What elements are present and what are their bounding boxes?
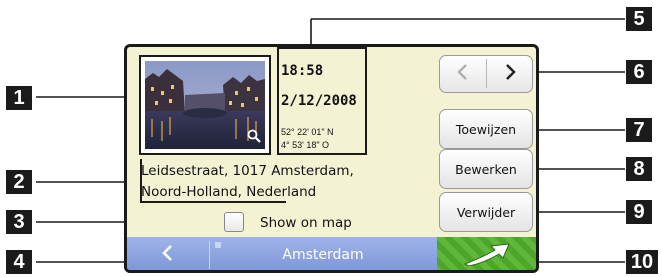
location-title: Amsterdam: [282, 247, 364, 263]
address-line-2: Noord-Holland, Nederland: [141, 184, 317, 200]
latitude-text: 52° 22' 01" N: [281, 127, 334, 137]
show-on-map-label: Show on map: [260, 215, 352, 231]
callout-6: 6: [626, 60, 652, 84]
assign-button[interactable]: Toewijzen: [439, 109, 533, 149]
time-text: 18:58: [281, 63, 324, 79]
callout-7: 7: [626, 118, 652, 142]
callout-4: 4: [6, 250, 32, 274]
location-photo-frame[interactable]: [139, 55, 271, 155]
next-button[interactable]: [487, 56, 533, 91]
delete-button[interactable]: Verwijder: [439, 192, 533, 232]
callout-1: 1: [6, 86, 32, 110]
callout-10: 10: [626, 250, 658, 274]
prev-button[interactable]: [440, 56, 486, 91]
callout-2: 2: [6, 170, 32, 194]
callout-5: 5: [626, 7, 652, 31]
address-line-1: Leidsestraat, 1017 Amsterdam,: [141, 163, 354, 179]
callout-3: 3: [6, 210, 32, 234]
chevron-left-icon: [456, 63, 470, 85]
road-arrow-icon: [459, 240, 515, 270]
chevron-right-icon: [503, 63, 517, 85]
callout-9: 9: [626, 200, 652, 224]
device-screen: 18:58 2/12/2008 52° 22' 01" N 4° 53' 18"…: [124, 44, 539, 273]
edit-button[interactable]: Bewerken: [439, 149, 533, 189]
back-button[interactable]: [127, 237, 207, 270]
bottom-bar: Amsterdam: [127, 237, 536, 270]
nav-pager: [439, 55, 533, 93]
go-button[interactable]: [437, 237, 536, 270]
bar-divider: [209, 241, 210, 269]
back-arrow-icon: [160, 243, 174, 267]
location-photo[interactable]: [145, 61, 265, 149]
date-text: 2/12/2008: [281, 93, 357, 109]
show-on-map-checkbox[interactable]: [224, 212, 244, 232]
longitude-text: 4° 53' 18" O: [281, 140, 330, 150]
magnifier-icon[interactable]: [247, 128, 261, 147]
callout-8: 8: [626, 157, 652, 181]
